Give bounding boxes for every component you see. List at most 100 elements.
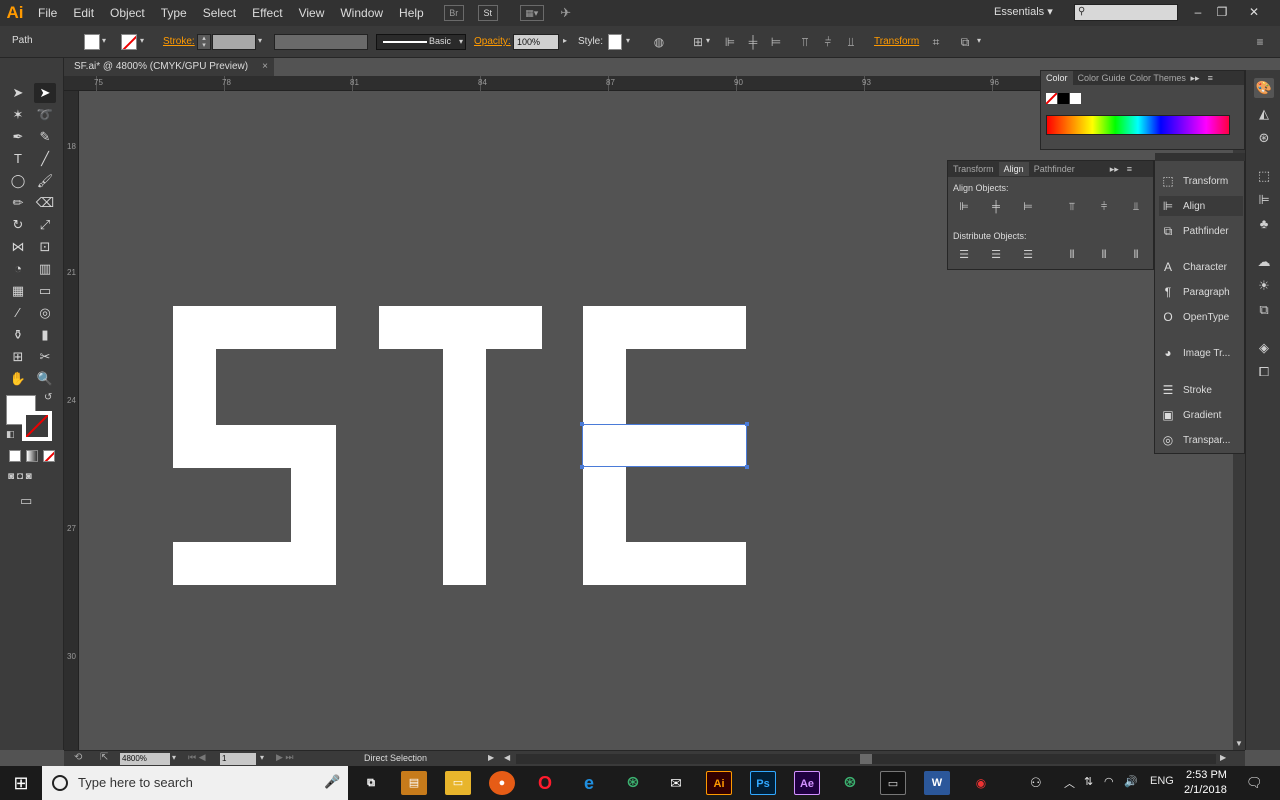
tab-color-guide[interactable]: Color Guide [1073,71,1125,85]
panel-expand-icon[interactable]: ▸▸ [1110,164,1119,175]
menu-object[interactable]: Object [102,0,153,26]
tab-align[interactable]: Align [998,162,1029,176]
horizontal-distribute-right-icon[interactable]: ⦀ [1128,247,1144,263]
eraser-tool-icon[interactable]: ⌫ [34,193,56,213]
illustrator-taskbar-icon[interactable]: Ai [706,771,732,795]
stroke-label[interactable]: Stroke: [163,36,195,52]
tab-color[interactable]: Color [1041,71,1073,85]
dock-item-image-trace[interactable]: ◕ Image Tr... [1159,343,1243,363]
pen-tool-icon[interactable]: ✒ [7,127,29,147]
horizontal-ruler[interactable]: 75 78 81 84 87 90 93 96 [64,76,1040,91]
dock-item-transform[interactable]: ⬚ Transform [1159,171,1243,191]
arrange-icon[interactable]: ⧉ [957,34,973,50]
tray-chevron-icon[interactable]: ︿ [1064,775,1075,791]
clock-time[interactable]: 2:53 PM [1186,769,1227,781]
tab-color-themes[interactable]: Color Themes [1125,71,1189,85]
panel-menu-icon[interactable]: ≡ [1127,164,1132,174]
network-icon[interactable]: ⇅ [1084,775,1093,788]
vertical-align-top-icon[interactable]: ⫪ [1064,199,1080,215]
swap-fill-stroke-icon[interactable]: ↺ [44,392,52,403]
help-search-input[interactable]: ⚲ [1074,4,1178,21]
document-tab[interactable]: SF.ai* @ 4800% (CMYK/GPU Preview) × [64,58,274,76]
vertical-ruler[interactable]: 18 21 24 27 30 [64,91,79,750]
stroke-weight-dropdown-icon[interactable]: ▾ [258,36,262,52]
task-view-icon[interactable]: ⧉ [358,771,384,795]
mesh-tool-icon[interactable]: ▦ [7,281,29,301]
gradient-mode-button[interactable] [26,450,38,462]
eyedropper-tool-icon[interactable]: ⁄ [7,303,29,323]
anchor-point[interactable] [745,465,749,469]
edge-icon[interactable]: e [576,771,602,795]
menu-file[interactable]: File [30,0,65,26]
vertical-align-center-icon[interactable]: ⫩ [1096,199,1112,215]
workspace-switcher[interactable]: Essentials ▾ [994,5,1053,18]
none-color-swatch[interactable] [1046,93,1057,104]
stroke-swatch[interactable] [121,34,137,50]
notification-app-icon[interactable]: ◉ [968,771,994,795]
variable-width-field[interactable] [274,34,368,50]
line-tool-icon[interactable]: ╱ [34,149,56,169]
scale-tool-icon[interactable]: ⤢ [34,215,56,235]
letter-e-bottom-bar[interactable] [583,542,746,585]
export-icon[interactable]: ⇱ [100,752,108,763]
transform-link[interactable]: Transform [874,36,919,52]
color-themes-icon[interactable]: ⊛ [1254,128,1274,148]
width-tool-icon[interactable]: ⋈ [7,237,29,257]
isolate-selected-icon[interactable]: ⌗ [928,34,944,50]
appearance-icon[interactable]: ☀ [1254,276,1274,296]
menu-select[interactable]: Select [195,0,244,26]
align-hcenter-icon[interactable]: ╪ [745,34,761,50]
magic-wand-tool-icon[interactable]: ✶ [7,105,29,125]
paintbrush-tool-icon[interactable]: 🖌 [34,171,56,191]
shape-builder-tool-icon[interactable]: ◔ [7,259,29,279]
artboard-tool-icon[interactable]: ⊞ [7,347,29,367]
perspective-grid-tool-icon[interactable]: ▥ [34,259,56,279]
letter-e-middle-bar-selected[interactable] [580,422,749,469]
panel-expand-icon[interactable]: ▸▸ [1191,73,1200,84]
style-dropdown-icon[interactable]: ▾ [626,36,630,52]
color-panel-icon[interactable]: 🎨 [1254,78,1274,98]
draw-mode-icon[interactable]: ◙ ◘ ◙ [8,471,54,485]
symbol-sprayer-tool-icon[interactable]: ⚱ [7,325,29,345]
links-icon[interactable]: ⧠ [1254,362,1274,382]
opacity-label[interactable]: Opacity: [474,36,511,52]
winrar-icon[interactable]: ▤ [401,771,427,795]
anchor-point[interactable] [745,422,749,426]
artboard-number-field[interactable]: 1 [220,753,256,765]
fill-dropdown-icon[interactable]: ▾ [102,36,106,52]
rotate-view-icon[interactable]: ⟲ [74,752,82,763]
vertical-distribute-top-icon[interactable]: ☰ [956,247,972,263]
screen-mode-icon[interactable]: ▭ [20,493,32,509]
pencil-tool-icon[interactable]: ✏ [7,193,29,213]
black-color-swatch[interactable] [1058,93,1069,104]
scroll-left-icon[interactable]: ◀ [504,753,510,762]
column-graph-tool-icon[interactable]: ▮ [34,325,56,345]
first-artboard-icon[interactable]: ⏮ ◀ [188,752,206,763]
vertical-align-bottom-icon[interactable]: ⫫ [1128,199,1144,215]
align-to-icon[interactable]: ⊞ [690,34,706,50]
status-menu-icon[interactable]: ▶ [488,753,494,762]
menu-help[interactable]: Help [391,0,432,26]
panel-menu-icon[interactable]: ≡ [1208,73,1213,83]
file-explorer-icon[interactable]: ▭ [445,771,471,795]
dock-item-align[interactable]: ⊫ Align [1159,196,1243,216]
color-guide-icon[interactable]: ◭ [1254,104,1274,124]
align-to-dropdown-icon[interactable]: ▾ [706,36,710,52]
microphone-icon[interactable]: 🎤 [324,774,340,790]
align-vcenter-icon[interactable]: ⫩ [820,34,836,50]
people-icon[interactable]: ⚇ [1030,775,1042,791]
align-bottom-icon[interactable]: ⫫ [843,34,859,50]
anchor-point[interactable] [580,465,584,469]
opacity-field[interactable]: 100% [513,34,559,50]
word-taskbar-icon[interactable]: W [924,771,950,795]
creative-cloud-icon[interactable]: ☁ [1254,252,1274,272]
menu-view[interactable]: View [291,0,333,26]
close-button[interactable]: ✕ [1242,2,1266,22]
none-mode-button[interactable] [43,450,55,462]
stroke-color-box[interactable] [22,411,52,441]
rotate-tool-icon[interactable]: ↻ [7,215,29,235]
menu-window[interactable]: Window [332,0,391,26]
recolor-artwork-icon[interactable]: ◍ [651,34,667,50]
horizontal-distribute-left-icon[interactable]: ⦀ [1064,247,1080,263]
dock-item-gradient[interactable]: ▣ Gradient [1159,405,1243,425]
